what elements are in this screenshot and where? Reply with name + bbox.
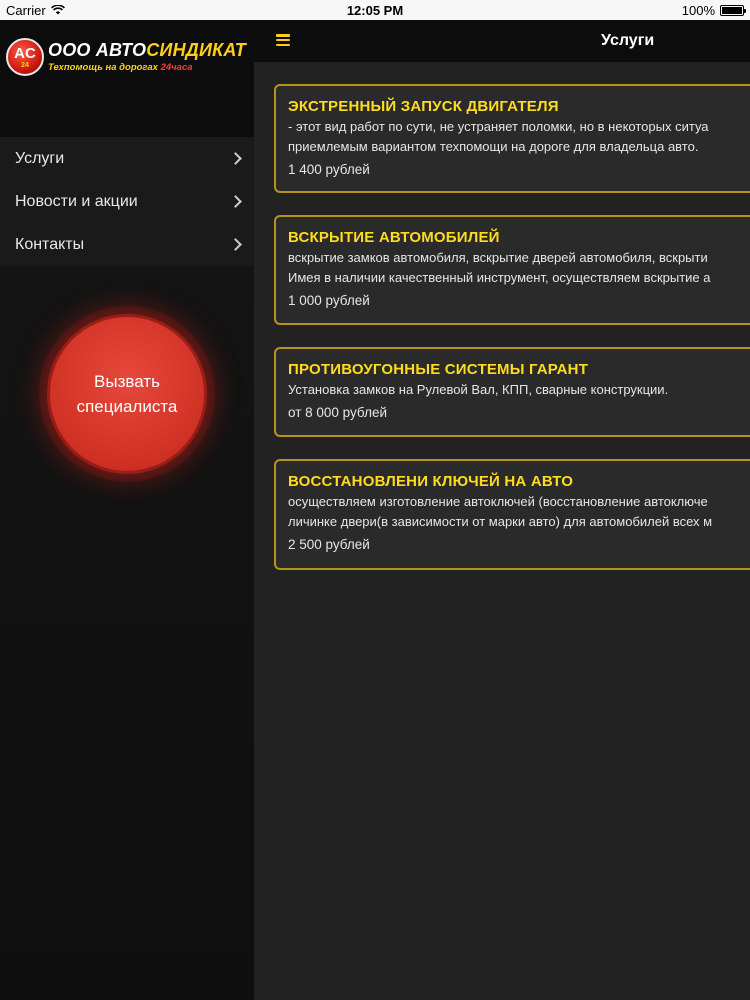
chevron-right-icon (229, 195, 242, 208)
call-button-line1: Вызвать (94, 372, 160, 391)
chevron-right-icon (229, 238, 242, 251)
page-title: Услуги (601, 32, 655, 49)
logo-subtitle: Техпомощь на дорогах 24часа (48, 62, 193, 73)
service-price: 2 500 рублей (288, 537, 370, 552)
logo-area: AC 24 ООО АВТОСИНДИКАТ Техпомощь на доро… (0, 20, 254, 137)
call-button-line2: специалиста (76, 397, 178, 416)
top-bar: Услуги (254, 20, 750, 62)
logo-subtitle-text: Техпомощь на дорогах (48, 62, 158, 73)
service-description: осуществляем изготовление автоключей (во… (288, 494, 708, 509)
sidebar-item-contacts[interactable]: Контакты (0, 223, 254, 266)
service-title: ВОССТАНОВЛЕНИ КЛЮЧЕЙ НА АВТО (288, 473, 574, 490)
service-card-engine-start[interactable]: ЭКСТРЕННЫЙ ЗАПУСК ДВИГАТЕЛЯ - этот вид р… (274, 84, 750, 193)
service-description: - этот вид работ по сути, не устраняет п… (288, 119, 709, 134)
call-specialist-button[interactable]: Вызвать специалиста (47, 314, 207, 474)
sidebar-item-services[interactable]: Услуги (0, 137, 254, 180)
call-button-glow: Вызвать специалиста (39, 306, 215, 482)
sidebar-item-label: Контакты (15, 235, 85, 253)
logo-title-prefix: ООО АВТО (48, 40, 147, 60)
logo-badge: AC 24 (6, 38, 44, 76)
services-list: ЭКСТРЕННЫЙ ЗАПУСК ДВИГАТЕЛЯ - этот вид р… (254, 62, 750, 570)
status-left: Carrier (6, 3, 206, 18)
wifi-icon (50, 5, 65, 15)
logo-subtitle-suffix: 24часа (160, 62, 193, 73)
hamburger-menu-icon[interactable] (276, 34, 290, 46)
service-price: от 8 000 рублей (288, 405, 387, 420)
sidebar-item-label: Новости и акции (15, 192, 138, 210)
service-description: Имея в наличии качественный инструмент, … (288, 270, 711, 285)
service-title: ЭКСТРЕННЫЙ ЗАПУСК ДВИГАТЕЛЯ (288, 98, 559, 115)
service-card-anti-theft[interactable]: ПРОТИВОУГОННЫЕ СИСТЕМЫ ГАРАНТ Установка … (274, 347, 750, 437)
logo-title-suffix: СИНДИКАТ (146, 40, 246, 60)
carrier-label: Carrier (6, 2, 46, 18)
logo-badge-small: 24 (21, 61, 29, 69)
chevron-right-icon (229, 152, 242, 165)
service-description: личинке двери(в зависимости от марки авт… (288, 514, 713, 529)
service-price: 1 400 рублей (288, 162, 370, 177)
service-title: ВСКРЫТИЕ АВТОМОБИЛЕЙ (288, 229, 500, 246)
battery-icon (720, 4, 746, 16)
sidebar-menu: Услуги Новости и акции Контакты (0, 137, 254, 266)
sidebar-item-label: Услуги (15, 149, 65, 167)
status-bar: Carrier 12:05 PM 100% (0, 0, 750, 20)
logo-badge-text: AC (14, 44, 36, 62)
service-title: ПРОТИВОУГОННЫЕ СИСТЕМЫ ГАРАНТ (288, 361, 589, 378)
call-button-text: Вызвать специалиста (77, 369, 178, 419)
status-right: 100% (544, 2, 746, 18)
main-content: Услуги ЭКСТРЕННЫЙ ЗАПУСК ДВИГАТЕЛЯ - это… (254, 20, 750, 1000)
service-card-key-restore[interactable]: ВОССТАНОВЛЕНИ КЛЮЧЕЙ НА АВТО осуществляе… (274, 459, 750, 570)
battery-percent: 100% (681, 2, 715, 18)
service-description: вскрытие замков автомобиля, вскрытие две… (288, 250, 708, 265)
status-time: 12:05 PM (346, 2, 404, 18)
service-description: приемлемым вариантом техпомощи на дороге… (288, 139, 699, 154)
logo-title: ООО АВТОСИНДИКАТ (48, 40, 246, 61)
sidebar: AC 24 ООО АВТОСИНДИКАТ Техпомощь на доро… (0, 20, 254, 1000)
service-card-car-opening[interactable]: ВСКРЫТИЕ АВТОМОБИЛЕЙ вскрытие замков авт… (274, 215, 750, 325)
service-description: Установка замков на Рулевой Вал, КПП, св… (288, 382, 669, 397)
sidebar-item-news[interactable]: Новости и акции (0, 180, 254, 223)
service-price: 1 000 рублей (288, 293, 370, 308)
